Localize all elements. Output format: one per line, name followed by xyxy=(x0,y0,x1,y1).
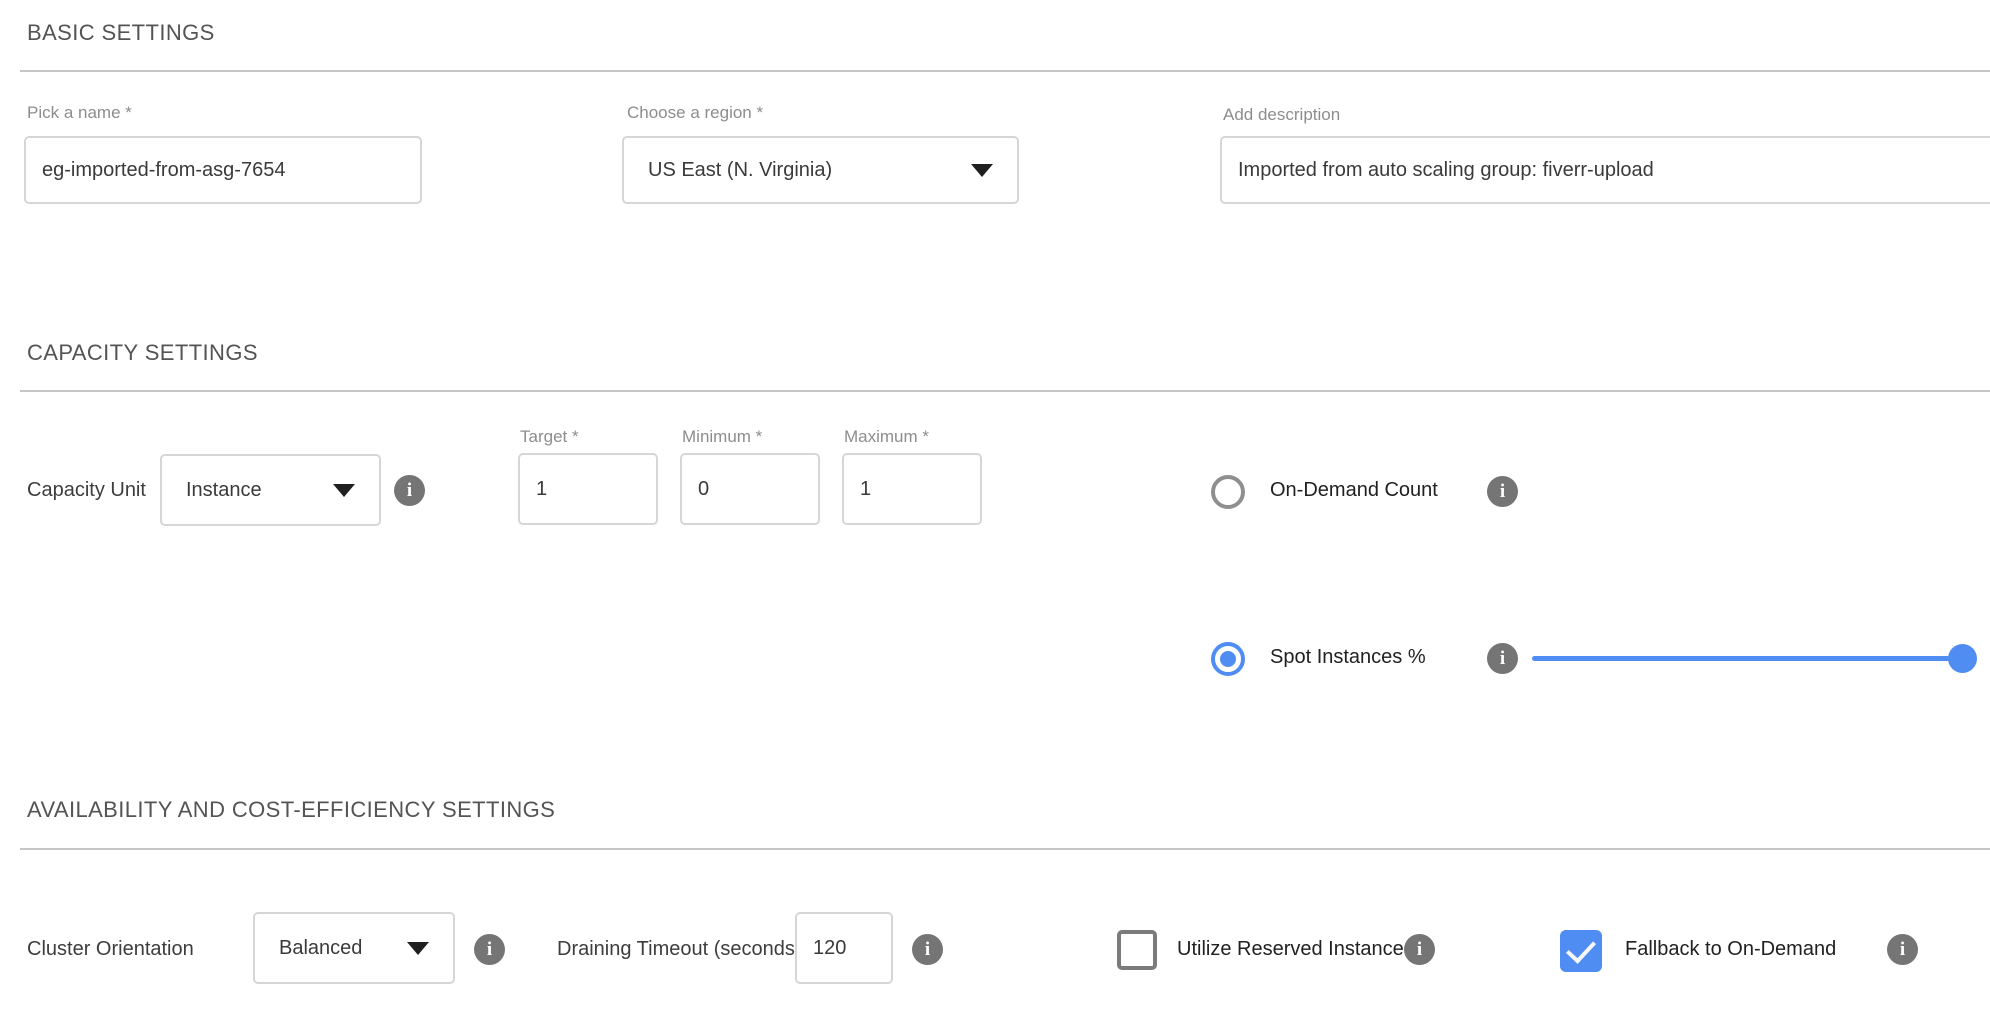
availability-settings-title: AVAILABILITY AND COST-EFFICIENCY SETTING… xyxy=(27,797,555,823)
target-input[interactable] xyxy=(518,453,658,525)
maximum-label: Maximum * xyxy=(844,427,929,447)
name-label: Pick a name * xyxy=(27,103,132,123)
chevron-down-icon xyxy=(971,164,993,177)
radio-dot-icon xyxy=(1220,651,1236,667)
spot-percentage-slider[interactable] xyxy=(1532,656,1958,661)
capacity-unit-dropdown[interactable]: Instance xyxy=(160,454,381,526)
basic-settings-title: BASIC SETTINGS xyxy=(27,20,215,46)
capacity-settings-divider xyxy=(20,390,1990,392)
cluster-orientation-label: Cluster Orientation xyxy=(27,938,194,961)
utilize-reserved-instances-checkbox[interactable] xyxy=(1117,930,1157,970)
spot-instances-label: Spot Instances % xyxy=(1270,646,1426,669)
info-icon[interactable]: i xyxy=(474,934,505,965)
minimum-input[interactable] xyxy=(680,453,820,525)
capacity-unit-value: Instance xyxy=(162,479,262,502)
draining-timeout-label: Draining Timeout (seconds) xyxy=(557,938,802,961)
elastigroup-settings-form: BASIC SETTINGS Pick a name * Choose a re… xyxy=(0,0,1990,1016)
capacity-settings-title: CAPACITY SETTINGS xyxy=(27,340,258,366)
info-icon[interactable]: i xyxy=(912,934,943,965)
info-icon[interactable]: i xyxy=(394,475,425,506)
info-icon[interactable]: i xyxy=(1404,934,1435,965)
info-icon[interactable]: i xyxy=(1887,934,1918,965)
maximum-input[interactable] xyxy=(842,453,982,525)
name-input[interactable] xyxy=(24,136,422,204)
region-dropdown[interactable]: US East (N. Virginia) xyxy=(622,136,1019,204)
availability-settings-divider xyxy=(20,848,1990,850)
cluster-orientation-value: Balanced xyxy=(255,937,362,960)
chevron-down-icon xyxy=(407,942,429,955)
basic-settings-divider xyxy=(20,70,1990,72)
draining-timeout-input[interactable] xyxy=(795,912,893,984)
on-demand-count-label: On-Demand Count xyxy=(1270,479,1438,502)
region-value: US East (N. Virginia) xyxy=(624,159,832,182)
region-label: Choose a region * xyxy=(627,103,763,123)
spot-instances-radio[interactable] xyxy=(1211,642,1245,676)
fallback-to-on-demand-checkbox[interactable] xyxy=(1560,930,1602,972)
minimum-label: Minimum * xyxy=(682,427,762,447)
spot-percentage-slider-thumb[interactable] xyxy=(1948,644,1977,673)
check-icon xyxy=(1566,933,1596,964)
fallback-to-on-demand-label: Fallback to On-Demand xyxy=(1625,938,1836,961)
info-icon[interactable]: i xyxy=(1487,476,1518,507)
info-icon[interactable]: i xyxy=(1487,643,1518,674)
description-input[interactable] xyxy=(1220,136,1990,204)
on-demand-count-radio[interactable] xyxy=(1211,475,1245,509)
utilize-reserved-instances-label: Utilize Reserved Instances xyxy=(1177,938,1414,961)
cluster-orientation-dropdown[interactable]: Balanced xyxy=(253,912,455,984)
description-label: Add description xyxy=(1223,105,1340,125)
target-label: Target * xyxy=(520,427,579,447)
chevron-down-icon xyxy=(333,484,355,497)
capacity-unit-label: Capacity Unit xyxy=(27,479,146,502)
